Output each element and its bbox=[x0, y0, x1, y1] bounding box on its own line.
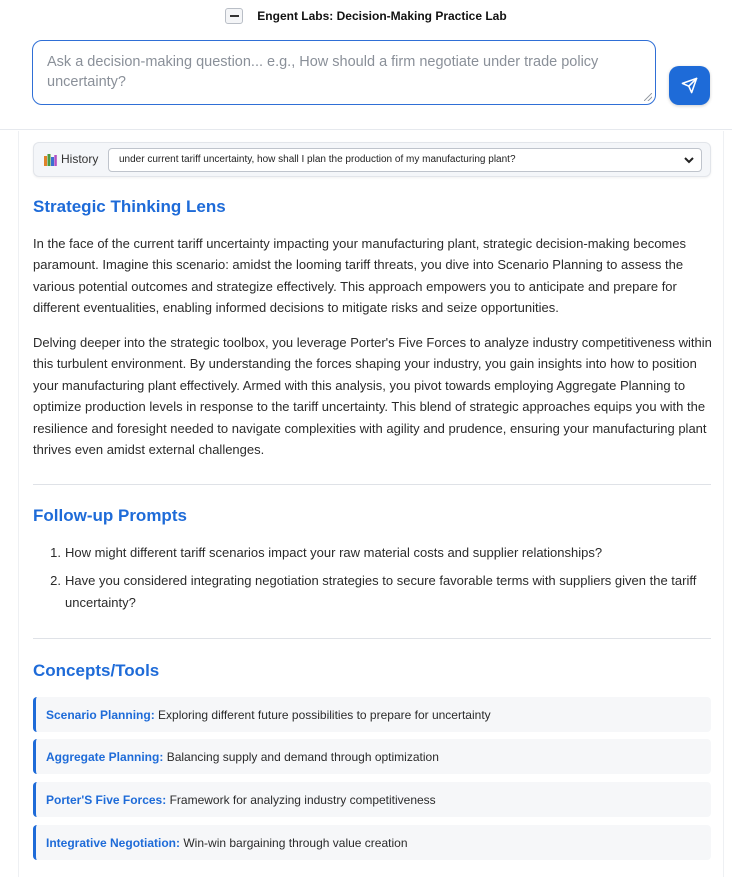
strategic-heading: Strategic Thinking Lens bbox=[33, 197, 226, 216]
divider bbox=[33, 484, 711, 485]
history-selected-value: under current tariff uncertainty, how sh… bbox=[119, 154, 516, 165]
send-icon bbox=[681, 77, 698, 94]
title-row: Engent Labs: Decision-Making Practice La… bbox=[0, 7, 732, 25]
response-panel: History under current tariff uncertainty… bbox=[18, 131, 724, 877]
concept-item: Porter'S Five Forces: Framework for anal… bbox=[33, 782, 711, 817]
concept-name: Scenario Planning: bbox=[46, 708, 155, 722]
question-input-placeholder: Ask a decision-making question... e.g., … bbox=[47, 54, 599, 90]
app-title: Engent Labs: Decision-Making Practice La… bbox=[257, 9, 507, 23]
question-input[interactable]: Ask a decision-making question... e.g., … bbox=[32, 40, 656, 105]
concept-description: Exploring different future possibilities… bbox=[158, 708, 491, 722]
concept-item: Integrative Negotiation: Win-win bargain… bbox=[33, 825, 711, 860]
minus-icon bbox=[229, 15, 239, 17]
history-select[interactable]: under current tariff uncertainty, how sh… bbox=[108, 148, 702, 172]
divider bbox=[33, 638, 711, 639]
concept-item: Scenario Planning: Exploring different f… bbox=[33, 697, 711, 732]
top-bar: Engent Labs: Decision-Making Practice La… bbox=[0, 0, 732, 130]
send-button[interactable] bbox=[669, 66, 710, 105]
followup-item[interactable]: 2. Have you considered integrating negot… bbox=[33, 570, 713, 613]
strategic-paragraph-2: Delving deeper into the strategic toolbo… bbox=[33, 335, 712, 458]
concept-name: Integrative Negotiation: bbox=[46, 836, 181, 850]
concept-name: Aggregate Planning: bbox=[46, 750, 164, 764]
followup-item[interactable]: 1. How might different tariff scenarios … bbox=[33, 542, 713, 563]
collapse-button[interactable] bbox=[225, 8, 244, 24]
concept-description: Framework for analyzing industry competi… bbox=[169, 793, 436, 807]
followup-text: Have you considered integrating negotiat… bbox=[65, 573, 697, 610]
chevron-down-icon bbox=[684, 157, 694, 164]
followup-number: 1. bbox=[50, 545, 61, 560]
concept-item: Aggregate Planning: Balancing supply and… bbox=[33, 739, 711, 774]
followup-text: How might different tariff scenarios imp… bbox=[65, 545, 603, 560]
concept-name: Porter'S Five Forces: bbox=[46, 793, 167, 807]
followup-heading: Follow-up Prompts bbox=[33, 506, 187, 525]
history-bar: History under current tariff uncertainty… bbox=[33, 142, 711, 177]
books-icon bbox=[44, 154, 57, 166]
concept-description: Balancing supply and demand through opti… bbox=[166, 750, 439, 764]
followup-number: 2. bbox=[50, 573, 61, 589]
strategic-paragraph-1: In the face of the current tariff uncert… bbox=[33, 236, 686, 316]
followup-list: 1. How might different tariff scenarios … bbox=[33, 542, 713, 620]
history-label: History bbox=[61, 152, 99, 166]
concept-description: Win-win bargaining through value creatio… bbox=[183, 836, 408, 850]
concepts-heading: Concepts/Tools bbox=[33, 661, 160, 680]
resize-grip-icon[interactable] bbox=[644, 93, 652, 101]
